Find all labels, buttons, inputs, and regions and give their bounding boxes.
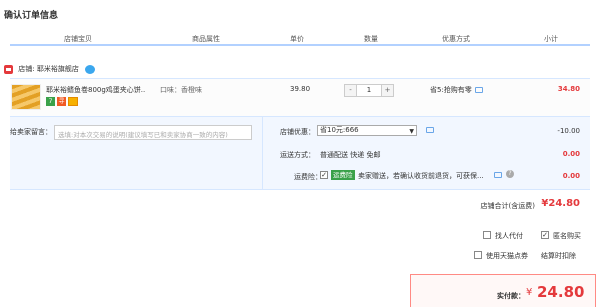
payment-currency: ¥ [526, 287, 533, 298]
use-voucher-checkbox[interactable] [474, 251, 482, 259]
dropdown-arrow-icon: ▼ [409, 128, 414, 135]
message-icon[interactable] [494, 172, 502, 178]
pay-for-other-checkbox[interactable] [483, 231, 491, 239]
quantity-decrease-button[interactable]: - [345, 85, 357, 96]
shipping-label: 运送方式： [280, 151, 315, 159]
use-voucher-label: 使用天猫点券 [486, 252, 528, 260]
coupon-label: 店铺优惠： [280, 128, 315, 136]
divider [262, 117, 263, 189]
coupon-amount: -10.00 [557, 127, 580, 135]
message-to-seller-input[interactable]: 选填:对本次交易的说明(建议填写已和卖家协商一致的内容) [54, 125, 252, 140]
shop-icon [4, 64, 13, 74]
quantity-increase-button[interactable]: + [381, 85, 393, 96]
shop-label: 店铺: [18, 65, 35, 73]
shop-row: 店铺: 耶米裕旗舰店 [4, 64, 96, 78]
column-header-promotion: 优惠方式 [442, 35, 470, 43]
payment-amount: 24.80 [537, 283, 585, 301]
quantity-stepper: - + [344, 84, 394, 97]
product-title-link[interactable]: 耶米裕鳍鱼卷800g鸡蛋夹心饼... [46, 85, 146, 95]
column-header-quantity: 数量 [364, 35, 378, 43]
order-item-row: 耶米裕鳍鱼卷800g鸡蛋夹心饼... 7 寻 口味：香橙味 39.80 - + … [10, 78, 590, 116]
promotion-info: 省5:抢购有零 [430, 85, 483, 95]
message-icon[interactable] [474, 87, 483, 93]
settle-deduct-label: 结算时扣除 [541, 252, 576, 260]
item-subtotal: 34.80 [557, 85, 580, 93]
pay-for-other-label: 找人代付 [495, 232, 523, 240]
promotion-text: 省5:抢购有零 [430, 86, 472, 94]
insurance-amount: 0.00 [562, 172, 580, 180]
anonymous-label: 匿名购买 [553, 232, 581, 240]
column-header-row: 店铺宝贝 商品属性 单价 数量 优惠方式 小计 [10, 32, 590, 46]
insurance-tag: 运费险 [331, 170, 355, 180]
shop-name-link[interactable]: 耶米裕旗舰店 [37, 65, 79, 73]
payment-label: 实付款： [497, 292, 525, 300]
shipping-amount: 0.00 [562, 150, 580, 158]
seven-day-return-badge: 7 [46, 97, 55, 106]
page-title: 确认订单信息 [4, 11, 59, 21]
card-payment-badge [68, 97, 78, 106]
product-thumbnail[interactable] [11, 84, 41, 110]
column-header-price: 单价 [290, 35, 304, 43]
insurance-checkbox[interactable]: ✓ [320, 171, 328, 179]
anonymous-checkbox[interactable]: ✓ [541, 231, 549, 239]
coupon-selected-value: 省10元:666 [320, 126, 359, 134]
shipping-method: 普通配送 快递 免邮 [320, 151, 381, 159]
order-options-panel: 给卖家留言： 选填:对本次交易的说明(建议填写已和卖家协商一致的内容) 店铺优惠… [10, 116, 590, 190]
column-header-subtotal: 小计 [544, 35, 558, 43]
shop-coupon-select[interactable]: 省10元:666 ▼ [317, 125, 417, 136]
shop-total-label: 店铺合计(含运费) [480, 202, 535, 210]
shop-total-amount: ¥24.80 [541, 198, 580, 209]
shop-total-row: 店铺合计(含运费) ¥24.80 [10, 190, 590, 220]
wangwang-chat-icon[interactable] [85, 64, 96, 74]
quantity-input[interactable] [357, 85, 381, 96]
insurance-description: 卖家赠送，若确认收货前退货，可获保... [358, 172, 484, 180]
column-header-item: 店铺宝贝 [64, 35, 92, 43]
insurance-label: 运费险： [294, 173, 322, 181]
message-label: 给卖家留言： [10, 128, 52, 136]
message-icon[interactable] [426, 127, 434, 133]
column-header-attribute: 商品属性 [192, 35, 220, 43]
unit-price: 39.80 [290, 85, 311, 93]
help-icon[interactable]: ? [506, 170, 514, 178]
service-badge: 寻 [57, 97, 66, 106]
product-attribute: 口味：香橙味 [160, 86, 202, 94]
payment-summary: 实付款： ¥ 24.80 [410, 274, 596, 307]
